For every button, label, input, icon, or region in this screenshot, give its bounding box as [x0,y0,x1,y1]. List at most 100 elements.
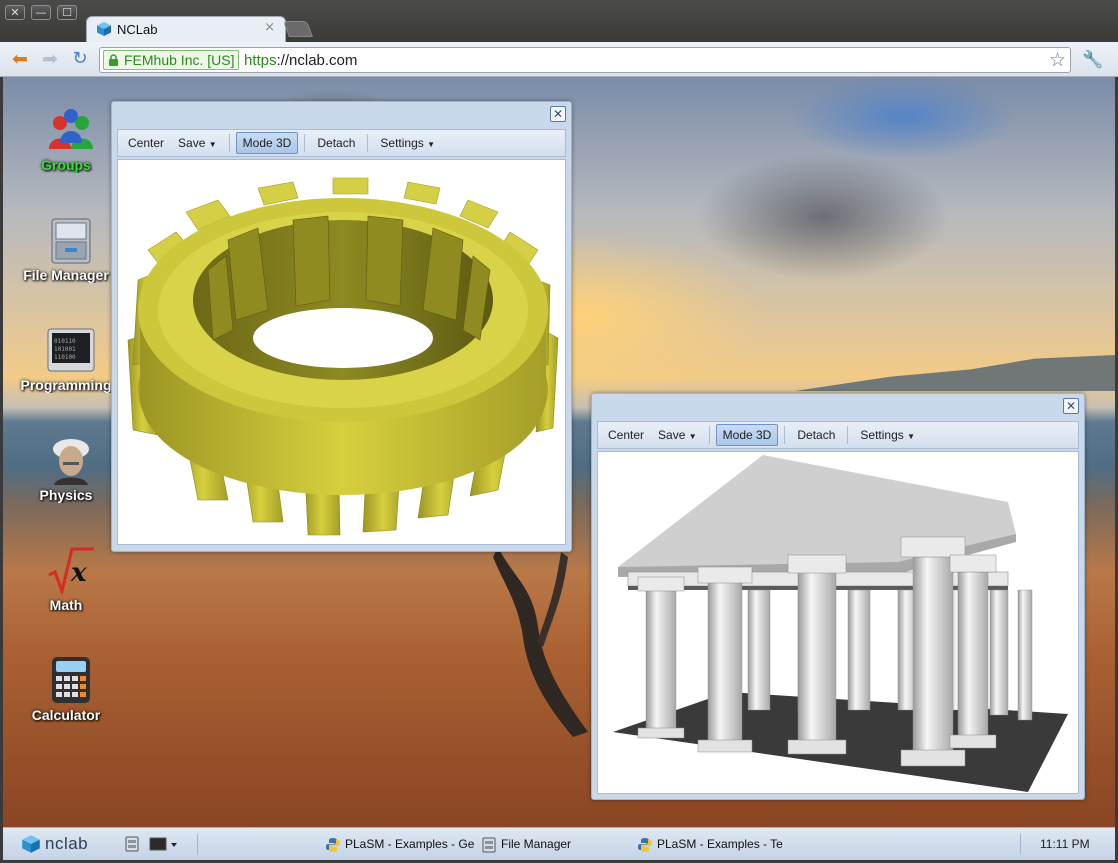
desktop-icon-math[interactable]: x Math [13,541,119,641]
wrench-icon[interactable]: 🔧 [1082,50,1103,70]
svg-text:010110: 010110 [54,338,76,345]
desktop-icon-label: Math [49,597,83,613]
file-manager-icon[interactable] [125,836,139,852]
svg-text:101001: 101001 [54,346,76,353]
file-manager-icon [51,218,91,264]
plot-toolbar: Center Save ▼ Mode 3D Detach Settings ▼ [597,421,1079,449]
mode-3d-toggle[interactable]: Mode 3D [235,132,299,154]
save-label: Save [178,136,206,150]
taskbar-separator [1020,834,1021,854]
desktop-icon-programming[interactable]: 010110 101001 110100 Programming [13,321,119,421]
desktop-icon-label: Groups [41,157,91,173]
toolbar-separator [367,134,369,152]
task-plasm-examples-gear[interactable]: PLaSM - Examples - Ge [323,834,475,856]
file-manager-icon [482,837,496,853]
browser-window: ✕ — ☐ NCLab × ⬅ ➡ ↻ FEMhub Inc. [US] htt… [0,0,1118,863]
svg-text:x: x [70,558,87,588]
task-label: File Manager [501,837,572,851]
browser-titlebar: ✕ — ☐ NCLab × [0,0,1118,42]
gear-3d-model [127,177,559,536]
temple-3d-model [613,455,1068,792]
programming-icon: 010110 101001 110100 [47,328,95,372]
toolbar-separator [228,134,230,152]
toolbar-separator [847,426,849,444]
task-label: PLaSM - Examples - Ge [345,837,475,851]
task-file-manager[interactable]: File Manager [479,834,599,856]
forward-arrow-icon[interactable]: ➡ [38,48,62,70]
settings-label: Settings [380,136,424,150]
clock: 11:11 PM [1040,837,1090,851]
nclab-logo[interactable]: nclab [21,834,103,856]
settings-label: Settings [860,428,904,442]
desktop-icon-label: File Manager [23,267,109,283]
nclab-taskbar: nclab PLaSM - Examples - Ge File Manager [3,827,1115,860]
plot-canvas-temple[interactable] [597,451,1079,794]
url-scheme: https [244,52,277,69]
desktop-icon-label: Physics [39,487,93,503]
background-mountains [795,355,1115,391]
chevron-down-icon: ▼ [427,140,436,149]
driftwood-branch [493,547,588,737]
chevron-down-icon: ▼ [907,432,916,441]
nclab-desktop: Groups File Manager 010110 101001 110100… [3,77,1115,827]
browser-tab[interactable]: NCLab × [86,16,286,42]
nclab-cube-icon [97,22,111,36]
save-button[interactable]: Save ▼ [172,133,223,153]
url-host: ://nclab.com [276,52,358,69]
close-icon[interactable]: ✕ [1063,398,1079,414]
plot-window-gear[interactable]: ✕ Center Save ▼ Mode 3D Detach Settings … [111,101,572,552]
close-icon[interactable]: ✕ [550,106,566,122]
bookmark-star-icon[interactable]: ☆ [1049,49,1066,71]
desktop-menu-icon[interactable] [149,836,179,852]
detach-button[interactable]: Detach [311,133,361,153]
browser-toolbar: ⬅ ➡ ↻ FEMhub Inc. [US] https://nclab.com… [0,42,1118,77]
window-close-button[interactable]: ✕ [5,5,25,20]
chevron-down-icon: ▼ [688,432,697,441]
center-button[interactable]: Center [122,133,170,153]
calculator-icon [52,657,90,703]
toolbar-separator [708,426,710,444]
nclab-cube-icon [22,835,40,853]
task-label: PLaSM - Examples - Te [657,837,783,851]
ev-label: FEMhub Inc. [US] [124,52,235,68]
physics-icon [53,439,89,485]
desktop-icon-groups[interactable]: Groups [13,101,119,201]
reload-icon[interactable]: ↻ [68,48,92,70]
mode-3d-toggle[interactable]: Mode 3D [715,424,779,446]
detach-button[interactable]: Detach [791,425,841,445]
svg-text:110100: 110100 [54,354,76,361]
address-bar[interactable]: FEMhub Inc. [US] https://nclab.com ☆ [99,47,1071,73]
chevron-down-icon: ▼ [208,140,217,149]
plot-canvas-gear[interactable] [117,159,566,545]
tab-close-icon[interactable]: × [264,20,275,35]
new-tab-button[interactable] [283,21,313,37]
plot-toolbar: Center Save ▼ Mode 3D Detach Settings ▼ [117,129,566,157]
task-plasm-examples-temple[interactable]: PLaSM - Examples - Te [635,834,787,856]
taskbar-separator [197,834,198,854]
tab-title: NCLab [117,22,158,37]
desktop-icon-label: Calculator [31,707,101,723]
toolbar-separator [784,426,786,444]
nclab-logo-text: nclab [45,834,89,853]
settings-button[interactable]: Settings ▼ [374,133,441,153]
window-minimize-button[interactable]: — [31,5,51,20]
desktop-icon-calculator[interactable]: Calculator [13,651,119,751]
plot-window-temple[interactable]: ✕ Center Save ▼ Mode 3D Detach Settings … [591,393,1085,800]
math-icon: x [48,547,94,595]
window-maximize-button[interactable]: ☐ [57,5,77,20]
ev-certificate-badge[interactable]: FEMhub Inc. [US] [103,50,240,70]
back-arrow-icon[interactable]: ⬅ [8,48,32,70]
url-text: https://nclab.com [244,52,357,69]
python-icon [326,838,340,852]
desktop-icon-physics[interactable]: Physics [13,431,119,531]
save-label: Save [658,428,686,442]
groups-icon [49,109,93,149]
lock-icon [109,54,118,66]
python-icon [638,838,652,852]
save-button[interactable]: Save ▼ [652,425,703,445]
center-button[interactable]: Center [602,425,650,445]
desktop-icon-label: Programming [20,377,112,393]
desktop-icon-file-manager[interactable]: File Manager [13,211,119,311]
toolbar-separator [304,134,306,152]
settings-button[interactable]: Settings ▼ [854,425,921,445]
